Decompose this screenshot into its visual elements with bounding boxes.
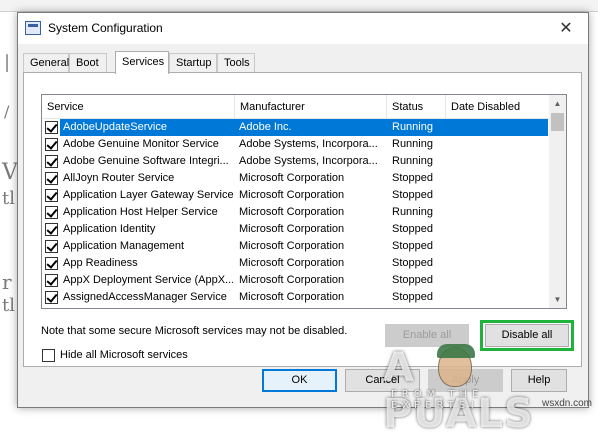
msconfig-app-icon [25,21,41,35]
service-checkbox[interactable] [45,172,58,185]
service-status: Stopped [392,291,433,303]
service-manufacturer: Adobe Inc. [239,121,292,133]
column-header-status[interactable]: Status [387,95,446,119]
column-header-date-disabled[interactable]: Date Disabled [446,95,552,119]
service-status: Running [392,155,433,167]
service-row[interactable]: AllJoyn Router Service Microsoft Corporat… [42,170,550,187]
service-status: Stopped [392,223,433,235]
service-status: Running [392,206,433,218]
service-manufacturer: Microsoft Corporation [239,257,345,269]
service-checkbox[interactable] [45,155,58,168]
services-list[interactable]: Service Manufacturer Status Date Disable… [41,94,567,309]
services-panel: Service Manufacturer Status Date Disable… [23,72,582,367]
scroll-up-arrow-icon[interactable]: ▲ [549,95,566,112]
service-manufacturer: Microsoft Corporation [239,189,345,201]
service-row[interactable]: AssignedAccessManager Service Microsoft C… [42,289,550,306]
cancel-button[interactable]: Cancel [345,369,420,392]
help-button[interactable]: Help [511,369,567,392]
service-checkbox[interactable] [45,257,58,270]
tab-general[interactable]: General [23,53,69,73]
service-status: Running [392,138,433,150]
service-status: Stopped [392,172,433,184]
service-name: Adobe Genuine Software Integri... [63,155,229,167]
service-checkbox[interactable] [45,240,58,253]
service-name: Application Layer Gateway Service [63,189,233,201]
service-status: Stopped [392,240,433,252]
service-status: Running [392,121,433,133]
service-name: AllJoyn Router Service [63,172,175,184]
hide-microsoft-services-label: Hide all Microsoft services [60,349,188,361]
service-checkbox[interactable] [45,189,58,202]
site-watermark: wsxdn.com [541,398,592,409]
column-header-manufacturer[interactable]: Manufacturer [235,95,387,119]
service-row[interactable]: Application Management Microsoft Corporat… [42,238,550,255]
service-manufacturer: Microsoft Corporation [239,206,345,218]
service-manufacturer: Adobe Systems, Incorpora... [239,155,378,167]
service-name: App Readiness [63,257,138,269]
service-row[interactable]: App Readiness Microsoft Corporation Stoppe… [42,255,550,272]
background-text-fragment: tl [2,188,15,209]
service-row[interactable]: Adobe Genuine Software Integri... Adobe S… [42,153,550,170]
service-checkbox[interactable] [45,138,58,151]
service-name: Application Management [63,240,185,252]
service-status: Running [392,306,446,308]
system-configuration-dialog: System Configuration ✕ General Boot Serv… [17,12,589,408]
service-checkbox[interactable] [45,121,58,134]
service-status: Stopped [392,189,433,201]
service-row[interactable]: Application Layer Gateway Service Microso… [42,187,550,204]
service-row[interactable]: Application Host Helper Service Microsoft… [42,204,550,221]
background-text-fragment: tl [2,295,15,316]
title-bar[interactable]: System Configuration ✕ [18,13,588,44]
tab-startup[interactable]: Startup [169,53,217,73]
tab-boot[interactable]: Boot [69,53,107,73]
background-text-fragment: | [4,52,11,73]
close-button[interactable]: ✕ [544,13,588,44]
background-text-fragment: / [4,102,10,121]
service-manufacturer: Microsoft Corporation [239,240,345,252]
vertical-scrollbar[interactable]: ▲ ▼ [549,95,566,308]
list-header: Service Manufacturer Status Date Disable… [42,95,552,119]
service-name: Application Host Helper Service [63,206,218,218]
service-name: AssignedAccessManager Service [63,291,227,303]
service-checkbox[interactable] [45,223,58,236]
window-title: System Configuration [48,21,163,35]
secure-services-note: Note that some secure Microsoft services… [41,325,348,337]
service-manufacturer: Microsoft Corporation [239,223,345,235]
ok-button[interactable]: OK [262,369,337,392]
service-checkbox[interactable] [45,206,58,219]
service-manufacturer: Microsoft Corporation [239,172,345,184]
service-row[interactable]: Adobe Genuine Monitor Service Adobe Syste… [42,136,550,153]
service-name: AppX Deployment Service (AppX... [63,274,233,286]
enable-all-button[interactable]: Enable all [385,324,469,347]
service-checkbox[interactable] [45,291,58,304]
service-name: AdobeUpdateService [63,121,167,133]
service-name: Adobe Genuine Monitor Service [63,138,219,150]
background-top-bar [0,0,598,12]
background-text-fragment: V [2,160,18,185]
scroll-down-arrow-icon[interactable]: ▼ [549,291,566,308]
service-manufacturer: Microsoft Corporation [239,306,385,308]
tab-tools[interactable]: Tools [217,53,255,73]
service-manufacturer: Microsoft Corporation [239,274,345,286]
service-name: Application Identity [63,223,156,235]
service-manufacturer: Microsoft Corporation [239,291,345,303]
service-row[interactable]: AdobeUpdateService Adobe Inc. Running [42,119,550,136]
service-checkbox[interactable] [45,308,58,309]
service-row[interactable]: AppX Deployment Service (AppX... Microsof… [42,272,550,289]
disable-all-button[interactable]: Disable all [485,324,569,347]
column-header-service[interactable]: Service [42,95,235,119]
service-status: Stopped [392,274,433,286]
apply-button[interactable]: Apply [428,369,503,392]
service-manufacturer: Adobe Systems, Incorpora... [239,138,378,150]
hide-microsoft-services-checkbox[interactable] [42,349,55,362]
service-name: Windows Audio Endpoint Builder [63,306,233,308]
service-row[interactable]: Windows Audio Endpoint Builder Microsoft … [42,306,550,309]
service-checkbox[interactable] [45,274,58,287]
tab-services[interactable]: Services [115,51,169,74]
scrollbar-thumb[interactable] [551,113,564,131]
background-text-fragment: r [2,270,12,294]
service-row[interactable]: Application Identity Microsoft Corporatio… [42,221,550,238]
service-status: Stopped [392,257,433,269]
